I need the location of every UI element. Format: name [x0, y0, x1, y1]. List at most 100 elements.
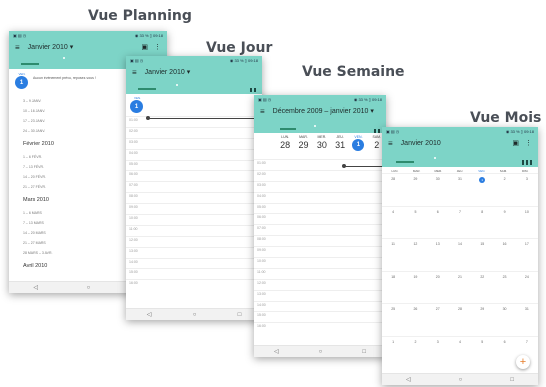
week-title[interactable]: Décembre 2009 – janvier 2010 ▾ — [273, 107, 380, 115]
month-day-cell[interactable]: 31 — [449, 174, 471, 206]
month-day-cell[interactable]: 20 — [427, 272, 449, 304]
month-day-cell[interactable]: 4 — [449, 337, 471, 369]
month-day-cell[interactable]: 5 — [471, 337, 493, 369]
month-day-cell[interactable]: 19 — [404, 272, 426, 304]
calendar-today-icon[interactable]: ▣ — [141, 43, 148, 51]
month-day-cell[interactable]: 2 — [493, 174, 515, 206]
month-day-cell[interactable]: 29 — [404, 174, 426, 206]
day-number: 4 — [459, 339, 461, 344]
month-day-cell[interactable]: 9 — [493, 207, 515, 239]
month-day-cell[interactable]: 25 — [382, 304, 404, 336]
back-icon[interactable]: ◁ — [406, 376, 411, 383]
week-day[interactable]: MAR. 29 — [294, 135, 312, 151]
day-hours[interactable]: 01:00 02:00 03:00 04:00 05:00 06:00 07:0… — [126, 116, 262, 290]
month-day-cell[interactable]: 30 — [493, 304, 515, 336]
month-day-cell[interactable]: 2 — [404, 337, 426, 369]
month-week-row: 18 19 20 21 22 23 24 — [382, 270, 538, 304]
day-number: 28 — [458, 307, 462, 312]
month-day-cell[interactable]: 5 — [404, 207, 426, 239]
weekday-header: LUN. MAR. MER. JEU. VEN. SAM. DIM. — [391, 169, 529, 173]
hour-row: 03:00 — [254, 180, 386, 192]
more-vert-icon[interactable]: ⋮ — [525, 139, 532, 147]
month-title[interactable]: Janvier 2010 — [401, 140, 507, 147]
home-icon[interactable]: ○ — [459, 377, 463, 383]
menu-icon[interactable]: ≡ — [15, 43, 20, 52]
month-day-cell[interactable]: 28 — [449, 304, 471, 336]
status-right: ◉ 33 % ▯ 09:18 — [229, 57, 258, 63]
month-day-cell[interactable]: 4 — [382, 207, 404, 239]
month-day-cell[interactable]: 1 — [471, 174, 493, 206]
day-number: 13 — [435, 242, 440, 247]
recent-apps-icon[interactable]: □ — [510, 377, 514, 383]
decoration-sparkle — [434, 157, 436, 159]
day-number: 14 — [458, 242, 462, 247]
more-vert-icon[interactable]: ⋮ — [154, 43, 161, 51]
month-day-cell[interactable]: 18 — [382, 272, 404, 304]
week-day[interactable]: MER. 30 — [313, 135, 331, 151]
calendar-today-icon[interactable]: ▣ — [512, 139, 519, 147]
month-day-cell[interactable]: 26 — [404, 304, 426, 336]
month-day-cell[interactable]: 27 — [427, 304, 449, 336]
hour-row: 04:00 — [254, 191, 386, 203]
day-title[interactable]: Janvier 2010 ▾ — [145, 68, 256, 76]
menu-icon[interactable]: ≡ — [260, 107, 265, 116]
month-day-cell[interactable]: 10 — [516, 207, 538, 239]
planning-title[interactable]: Janvier 2010 ▾ — [28, 43, 136, 51]
month-day-cell[interactable]: 3 — [516, 174, 538, 206]
month-day-cell[interactable]: 29 — [471, 304, 493, 336]
week-hours[interactable]: 01:00 02:00 03:00 04:00 05:00 06:00 07:0… — [254, 159, 386, 333]
month-day-cell[interactable]: 28 — [382, 174, 404, 206]
month-day-cell[interactable]: 6 — [493, 337, 515, 369]
month-day-cell[interactable]: 12 — [404, 239, 426, 271]
hour-row: 16:00 — [126, 279, 262, 290]
caption-planning: Vue Planning — [88, 8, 192, 24]
home-icon[interactable]: ○ — [193, 312, 197, 318]
month-day-cell[interactable]: 8 — [471, 207, 493, 239]
day-screen: ▣ ▤ ◷ ◉ 33 % ▯ 09:18 ≡ Janvier 2010 ▾ VE… — [126, 56, 262, 320]
day-number: 23 — [502, 274, 507, 279]
add-event-button[interactable]: + — [516, 355, 530, 369]
month-day-cell[interactable]: 14 — [449, 239, 471, 271]
month-week-row: 4 5 6 7 8 9 10 — [382, 205, 538, 239]
home-icon[interactable]: ○ — [319, 349, 323, 355]
recent-apps-icon[interactable]: □ — [362, 349, 366, 355]
week-day-today[interactable]: VEN. 1 — [349, 135, 367, 151]
nav-bar: ◁ ○ □ — [126, 308, 262, 320]
month-day-cell[interactable]: 15 — [471, 239, 493, 271]
month-day-cell[interactable]: 7 — [449, 207, 471, 239]
month-day-cell[interactable]: 3 — [427, 337, 449, 369]
day-number: 7 — [459, 209, 461, 214]
back-icon[interactable]: ◁ — [147, 311, 152, 318]
month-day-cell[interactable]: 31 — [516, 304, 538, 336]
week-day[interactable]: LUN. 28 — [276, 135, 294, 151]
month-day-cell[interactable]: 23 — [493, 272, 515, 304]
hour-row: 08:00 — [254, 235, 386, 246]
month-week-row: 11 12 13 14 15 16 17 — [382, 238, 538, 271]
month-day-cell[interactable]: 30 — [427, 174, 449, 206]
month-day-cell[interactable]: 24 — [516, 272, 538, 304]
week-day[interactable]: JEU. 31 — [331, 135, 349, 151]
current-time-line — [344, 166, 386, 167]
caption-month: Vue Mois — [470, 110, 542, 126]
month-day-cell[interactable]: 21 — [449, 272, 471, 304]
hour-row: 10:00 — [254, 257, 386, 268]
status-right: ◉ 33 % ▯ 09:18 — [134, 32, 163, 38]
menu-icon[interactable]: ≡ — [132, 68, 137, 77]
month-day-cell[interactable]: 1 — [382, 337, 404, 369]
hour-row: 05:00 — [254, 202, 386, 214]
day-number: 30 — [435, 177, 440, 181]
month-appbar: ▣ ▤ ◷ ◉ 33 % ▯ 09:18 ≡ Janvier 2010 ▣ ⋮ — [382, 127, 538, 167]
home-icon[interactable]: ○ — [87, 285, 91, 291]
month-day-cell[interactable]: 6 — [427, 207, 449, 239]
status-icons: ▣ ▤ ◷ — [258, 96, 272, 102]
day-header: VEN. 1 — [126, 94, 262, 113]
month-day-cell[interactable]: 17 — [516, 239, 538, 271]
back-icon[interactable]: ◁ — [33, 284, 38, 291]
month-day-cell[interactable]: 11 — [382, 239, 404, 271]
back-icon[interactable]: ◁ — [274, 348, 279, 355]
month-day-cell[interactable]: 16 — [493, 239, 515, 271]
month-day-cell[interactable]: 22 — [471, 272, 493, 304]
recent-apps-icon[interactable]: □ — [238, 312, 242, 318]
menu-icon[interactable]: ≡ — [388, 139, 393, 148]
month-day-cell[interactable]: 13 — [427, 239, 449, 271]
